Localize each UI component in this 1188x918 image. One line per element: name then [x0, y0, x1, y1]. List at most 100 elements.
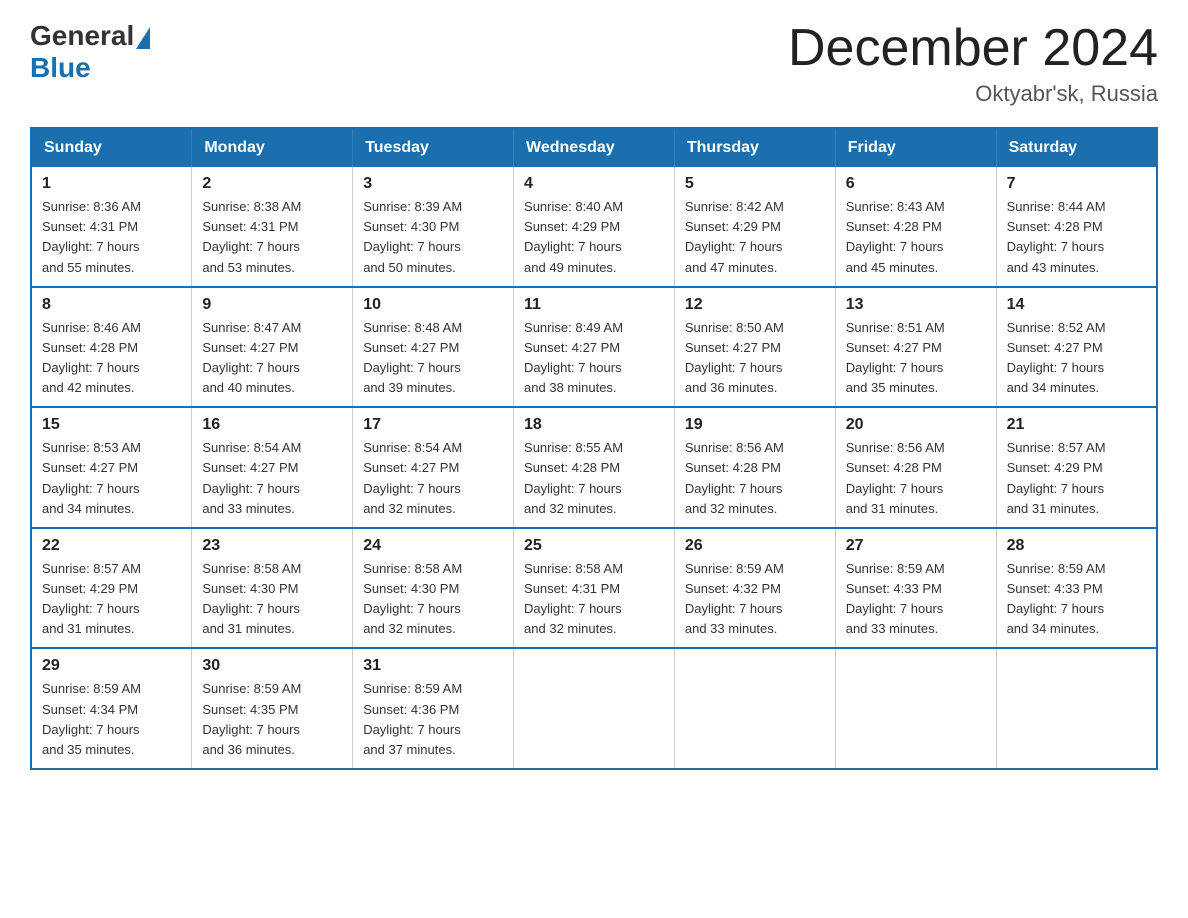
calendar-cell: 26Sunrise: 8:59 AM Sunset: 4:32 PM Dayli…	[674, 528, 835, 649]
day-info: Sunrise: 8:52 AM Sunset: 4:27 PM Dayligh…	[1007, 318, 1146, 399]
day-info: Sunrise: 8:57 AM Sunset: 4:29 PM Dayligh…	[42, 559, 181, 640]
day-info: Sunrise: 8:46 AM Sunset: 4:28 PM Dayligh…	[42, 318, 181, 399]
logo-general-text: General	[30, 20, 134, 52]
calendar-header-tuesday: Tuesday	[353, 128, 514, 167]
day-info: Sunrise: 8:40 AM Sunset: 4:29 PM Dayligh…	[524, 197, 664, 278]
day-number: 3	[363, 175, 503, 193]
day-number: 4	[524, 175, 664, 193]
day-info: Sunrise: 8:49 AM Sunset: 4:27 PM Dayligh…	[524, 318, 664, 399]
day-number: 5	[685, 175, 825, 193]
calendar-cell: 8 Sunrise: 8:46 AM Sunset: 4:28 PM Daylig…	[31, 287, 192, 408]
day-number: 11	[524, 296, 664, 314]
calendar-cell: 12 Sunrise: 8:50 AM Sunset: 4:27 PM Dayli…	[674, 287, 835, 408]
calendar-header-friday: Friday	[835, 128, 996, 167]
logo: General Blue	[30, 20, 152, 84]
day-number: 18	[524, 416, 664, 434]
day-number: 17	[363, 416, 503, 434]
calendar-cell: 4 Sunrise: 8:40 AM Sunset: 4:29 PM Daylig…	[514, 167, 675, 287]
day-number: 8	[42, 296, 181, 314]
day-number: 26	[685, 537, 825, 555]
day-info: Sunrise: 8:56 AM Sunset: 4:28 PM Dayligh…	[846, 438, 986, 519]
calendar-cell: 20 Sunrise: 8:56 AM Sunset: 4:28 PM Dayli…	[835, 407, 996, 528]
day-number: 27	[846, 537, 986, 555]
day-number: 20	[846, 416, 986, 434]
day-number: 10	[363, 296, 503, 314]
calendar-cell: 14Sunrise: 8:52 AM Sunset: 4:27 PM Dayli…	[996, 287, 1157, 408]
page-header: General Blue December 2024 Oktyabr'sk, R…	[30, 20, 1158, 107]
calendar-header-saturday: Saturday	[996, 128, 1157, 167]
calendar-header-monday: Monday	[192, 128, 353, 167]
day-info: Sunrise: 8:57 AM Sunset: 4:29 PM Dayligh…	[1007, 438, 1146, 519]
calendar-cell: 30 Sunrise: 8:59 AM Sunset: 4:35 PM Dayli…	[192, 648, 353, 769]
calendar-cell: 3Sunrise: 8:39 AM Sunset: 4:30 PM Daylig…	[353, 167, 514, 287]
calendar-week-row: 1 Sunrise: 8:36 AM Sunset: 4:31 PM Daylig…	[31, 167, 1157, 287]
day-info: Sunrise: 8:50 AM Sunset: 4:27 PM Dayligh…	[685, 318, 825, 399]
day-info: Sunrise: 8:36 AM Sunset: 4:31 PM Dayligh…	[42, 197, 181, 278]
calendar-cell: 29 Sunrise: 8:59 AM Sunset: 4:34 PM Dayli…	[31, 648, 192, 769]
location: Oktyabr'sk, Russia	[788, 81, 1158, 107]
calendar-cell: 9Sunrise: 8:47 AM Sunset: 4:27 PM Daylig…	[192, 287, 353, 408]
day-info: Sunrise: 8:54 AM Sunset: 4:27 PM Dayligh…	[202, 438, 342, 519]
day-number: 25	[524, 537, 664, 555]
day-number: 31	[363, 657, 503, 675]
calendar-cell: 7 Sunrise: 8:44 AM Sunset: 4:28 PM Daylig…	[996, 167, 1157, 287]
day-number: 29	[42, 657, 181, 675]
day-info: Sunrise: 8:59 AM Sunset: 4:33 PM Dayligh…	[846, 559, 986, 640]
day-number: 6	[846, 175, 986, 193]
day-info: Sunrise: 8:51 AM Sunset: 4:27 PM Dayligh…	[846, 318, 986, 399]
day-number: 28	[1007, 537, 1146, 555]
day-number: 7	[1007, 175, 1146, 193]
calendar-cell: 31 Sunrise: 8:59 AM Sunset: 4:36 PM Dayli…	[353, 648, 514, 769]
day-info: Sunrise: 8:59 AM Sunset: 4:35 PM Dayligh…	[202, 679, 342, 760]
calendar-cell: 1 Sunrise: 8:36 AM Sunset: 4:31 PM Daylig…	[31, 167, 192, 287]
day-number: 13	[846, 296, 986, 314]
title-section: December 2024 Oktyabr'sk, Russia	[788, 20, 1158, 107]
day-number: 24	[363, 537, 503, 555]
month-title: December 2024	[788, 20, 1158, 77]
day-info: Sunrise: 8:58 AM Sunset: 4:30 PM Dayligh…	[363, 559, 503, 640]
day-info: Sunrise: 8:42 AM Sunset: 4:29 PM Dayligh…	[685, 197, 825, 278]
day-number: 21	[1007, 416, 1146, 434]
day-info: Sunrise: 8:53 AM Sunset: 4:27 PM Dayligh…	[42, 438, 181, 519]
calendar-header-row: SundayMondayTuesdayWednesdayThursdayFrid…	[31, 128, 1157, 167]
day-info: Sunrise: 8:59 AM Sunset: 4:34 PM Dayligh…	[42, 679, 181, 760]
day-info: Sunrise: 8:56 AM Sunset: 4:28 PM Dayligh…	[685, 438, 825, 519]
calendar-cell: 11 Sunrise: 8:49 AM Sunset: 4:27 PM Dayli…	[514, 287, 675, 408]
day-info: Sunrise: 8:59 AM Sunset: 4:33 PM Dayligh…	[1007, 559, 1146, 640]
calendar-cell: 22 Sunrise: 8:57 AM Sunset: 4:29 PM Dayli…	[31, 528, 192, 649]
day-info: Sunrise: 8:54 AM Sunset: 4:27 PM Dayligh…	[363, 438, 503, 519]
day-number: 16	[202, 416, 342, 434]
calendar-cell: 10Sunrise: 8:48 AM Sunset: 4:27 PM Dayli…	[353, 287, 514, 408]
calendar-cell: 13 Sunrise: 8:51 AM Sunset: 4:27 PM Dayli…	[835, 287, 996, 408]
calendar-cell	[514, 648, 675, 769]
calendar-week-row: 22 Sunrise: 8:57 AM Sunset: 4:29 PM Dayli…	[31, 528, 1157, 649]
calendar-cell	[835, 648, 996, 769]
calendar-cell: 15 Sunrise: 8:53 AM Sunset: 4:27 PM Dayli…	[31, 407, 192, 528]
calendar-cell	[996, 648, 1157, 769]
day-number: 22	[42, 537, 181, 555]
calendar-cell: 27 Sunrise: 8:59 AM Sunset: 4:33 PM Dayli…	[835, 528, 996, 649]
day-number: 15	[42, 416, 181, 434]
day-number: 1	[42, 175, 181, 193]
logo-triangle-icon	[136, 27, 150, 49]
calendar-cell: 16 Sunrise: 8:54 AM Sunset: 4:27 PM Dayli…	[192, 407, 353, 528]
calendar-week-row: 8 Sunrise: 8:46 AM Sunset: 4:28 PM Daylig…	[31, 287, 1157, 408]
day-number: 30	[202, 657, 342, 675]
logo-blue-text: Blue	[30, 52, 91, 84]
day-info: Sunrise: 8:59 AM Sunset: 4:36 PM Dayligh…	[363, 679, 503, 760]
calendar-cell: 23Sunrise: 8:58 AM Sunset: 4:30 PM Dayli…	[192, 528, 353, 649]
calendar-header-sunday: Sunday	[31, 128, 192, 167]
day-info: Sunrise: 8:47 AM Sunset: 4:27 PM Dayligh…	[202, 318, 342, 399]
day-info: Sunrise: 8:58 AM Sunset: 4:31 PM Dayligh…	[524, 559, 664, 640]
calendar-cell: 18Sunrise: 8:55 AM Sunset: 4:28 PM Dayli…	[514, 407, 675, 528]
day-info: Sunrise: 8:44 AM Sunset: 4:28 PM Dayligh…	[1007, 197, 1146, 278]
calendar-cell: 25 Sunrise: 8:58 AM Sunset: 4:31 PM Dayli…	[514, 528, 675, 649]
calendar-cell: 19 Sunrise: 8:56 AM Sunset: 4:28 PM Dayli…	[674, 407, 835, 528]
day-info: Sunrise: 8:58 AM Sunset: 4:30 PM Dayligh…	[202, 559, 342, 640]
day-number: 12	[685, 296, 825, 314]
calendar-cell: 28 Sunrise: 8:59 AM Sunset: 4:33 PM Dayli…	[996, 528, 1157, 649]
day-number: 19	[685, 416, 825, 434]
day-number: 2	[202, 175, 342, 193]
calendar-cell: 5 Sunrise: 8:42 AM Sunset: 4:29 PM Daylig…	[674, 167, 835, 287]
calendar-cell: 24 Sunrise: 8:58 AM Sunset: 4:30 PM Dayli…	[353, 528, 514, 649]
